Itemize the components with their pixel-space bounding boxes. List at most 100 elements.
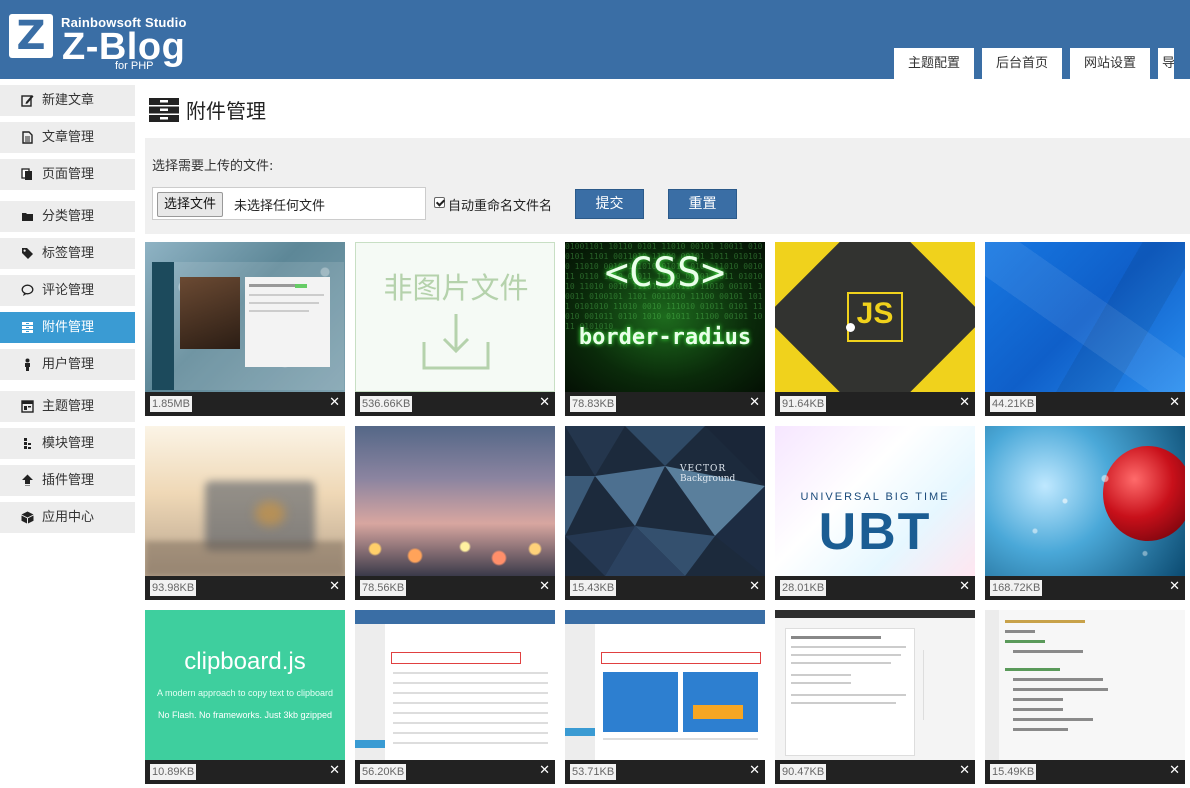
attachment-image[interactable] (775, 610, 975, 760)
delete-icon[interactable]: ✕ (959, 579, 970, 595)
file-input[interactable]: 选择文件 未选择任何文件 (152, 187, 426, 220)
sidebar-item-plugins[interactable]: 插件管理 (0, 465, 135, 496)
attachment-card[interactable]: clipboard.js A modern approach to copy t… (145, 610, 345, 784)
delete-icon[interactable]: ✕ (1169, 579, 1180, 595)
choose-file-button[interactable]: 选择文件 (157, 192, 224, 217)
non-image-label: 非图片文件 (383, 271, 529, 305)
delete-icon[interactable]: ✕ (539, 579, 550, 595)
attachment-image[interactable] (565, 610, 765, 760)
attachment-header-icon (149, 98, 179, 122)
attachment-card[interactable]: 90.47KB ✕ (775, 610, 975, 784)
user-icon (25, 358, 30, 371)
delete-icon[interactable]: ✕ (1169, 395, 1180, 411)
attachment-image[interactable]: UNIVERSAL BIG TIME UBT (775, 426, 975, 576)
delete-icon[interactable]: ✕ (329, 395, 340, 411)
top-header: Z Rainbowsoft Studio Z-Blog for PHP 主题配置… (0, 0, 1190, 79)
zblog-logo-mark[interactable]: Z (9, 14, 53, 58)
attachment-card[interactable]: 53.71KB ✕ (565, 610, 765, 784)
attachment-card[interactable]: 168.72KB ✕ (985, 426, 1185, 600)
file-size: 44.21KB (990, 396, 1037, 412)
sidebar-item-new-post[interactable]: 新建文章 (0, 85, 135, 116)
sidebar-item-themes[interactable]: 主题管理 (0, 391, 135, 422)
sidebar-item-tags[interactable]: 标签管理 (0, 238, 135, 269)
attachment-card[interactable]: 56.20KB ✕ (355, 610, 555, 784)
file-size: 1.85MB (150, 396, 192, 412)
sidebar-item-articles[interactable]: 文章管理 (0, 122, 135, 153)
tab-theme-config[interactable]: 主题配置 (894, 48, 975, 79)
attachment-card[interactable]: 15.49KB ✕ (985, 610, 1185, 784)
attachment-footer: 53.71KB ✕ (565, 760, 765, 784)
file-size: 53.71KB (570, 764, 617, 780)
sidebar-item-label: 模块管理 (42, 436, 95, 451)
tag-icon (22, 248, 33, 259)
file-size: 78.56KB (360, 580, 407, 596)
attachment-card[interactable]: UNIVERSAL BIG TIME UBT 28.01KB ✕ (775, 426, 975, 600)
attachment-footer: 168.72KB ✕ (985, 576, 1185, 600)
attachment-image[interactable] (985, 242, 1185, 392)
attachment-footer: 56.20KB ✕ (355, 760, 555, 784)
delete-icon[interactable]: ✕ (329, 579, 340, 595)
file-size: 56.20KB (360, 764, 407, 780)
reset-button[interactable]: 重置 (668, 189, 737, 219)
tab-site-settings[interactable]: 网站设置 (1070, 48, 1151, 79)
delete-icon[interactable]: ✕ (959, 763, 970, 779)
attachment-image[interactable] (985, 426, 1185, 576)
attachment-card[interactable]: VECTOR Background 15.43KB ✕ (565, 426, 765, 600)
attachment-footer: 93.98KB ✕ (145, 576, 345, 600)
sidebar-item-comments[interactable]: 评论管理 (0, 275, 135, 306)
attachment-footer: 1.85MB ✕ (145, 392, 345, 416)
attachment-image[interactable] (355, 426, 555, 576)
delete-icon[interactable]: ✕ (959, 395, 970, 411)
attachment-image[interactable] (355, 610, 555, 760)
sidebar-item-users[interactable]: 用户管理 (0, 349, 135, 380)
attachment-card[interactable]: 非图片文件 536.66KB ✕ (355, 242, 555, 416)
sidebar-item-label: 附件管理 (42, 320, 95, 335)
file-size: 78.83KB (570, 396, 617, 412)
delete-icon[interactable]: ✕ (749, 395, 760, 411)
sidebar-item-categories[interactable]: 分类管理 (0, 201, 135, 232)
tab-partial[interactable]: 导 (1158, 48, 1175, 79)
attachment-card[interactable]: 1.85MB ✕ (145, 242, 345, 416)
attachment-image[interactable]: 非图片文件 (355, 242, 555, 392)
attachment-image[interactable]: clipboard.js A modern approach to copy t… (145, 610, 345, 760)
attachment-image[interactable] (145, 426, 345, 576)
theme-icon (21, 400, 34, 413)
attachment-card[interactable]: 01001101 10110 0101 11010 00101 10011 01… (565, 242, 765, 416)
css-subheading: border-radius (578, 325, 752, 350)
attachment-card[interactable]: 44.21KB ✕ (985, 242, 1185, 416)
file-size: 90.47KB (780, 764, 827, 780)
attachment-card[interactable]: JS 91.64KB ✕ (775, 242, 975, 416)
sidebar-item-attachments[interactable]: 附件管理 (0, 312, 135, 343)
folder-icon (22, 213, 33, 221)
attachment-image[interactable] (145, 242, 345, 392)
sidebar-item-label: 评论管理 (42, 283, 95, 298)
attachment-image[interactable] (985, 610, 1185, 760)
ubt-logo-text: UBT (818, 503, 932, 561)
delete-icon[interactable]: ✕ (1169, 763, 1180, 779)
sidebar-item-label: 插件管理 (42, 473, 95, 488)
attachment-image[interactable]: VECTOR Background (565, 426, 765, 576)
sidebar-item-modules[interactable]: 模块管理 (0, 428, 135, 459)
delete-icon[interactable]: ✕ (329, 763, 340, 779)
submit-button[interactable]: 提交 (575, 189, 644, 219)
delete-icon[interactable]: ✕ (749, 579, 760, 595)
attachment-card[interactable]: 78.56KB ✕ (355, 426, 555, 600)
attachment-image[interactable]: 01001101 10110 0101 11010 00101 10011 01… (565, 242, 765, 392)
attachment-footer: 44.21KB ✕ (985, 392, 1185, 416)
attachment-image[interactable]: JS (775, 242, 975, 392)
sidebar-item-app-center[interactable]: 应用中心 (0, 502, 135, 533)
sidebar-item-label: 页面管理 (42, 167, 95, 182)
module-icon (24, 438, 31, 449)
auto-rename-checkbox[interactable] (434, 197, 445, 208)
top-nav-tabs: 主题配置 后台首页 网站设置 导 (894, 48, 1175, 79)
vector-sublabel: Background (680, 474, 736, 484)
auto-rename-label[interactable]: 自动重命名文件名 (448, 195, 552, 214)
delete-icon[interactable]: ✕ (539, 395, 550, 411)
delete-icon[interactable]: ✕ (749, 763, 760, 779)
clipboard-note: No Flash. No frameworks. Just 3kb gzippe… (157, 710, 333, 720)
sidebar-item-pages[interactable]: 页面管理 (0, 159, 135, 190)
tab-admin-home[interactable]: 后台首页 (982, 48, 1063, 79)
sidebar-item-label: 主题管理 (42, 399, 95, 414)
attachment-card[interactable]: 93.98KB ✕ (145, 426, 345, 600)
delete-icon[interactable]: ✕ (539, 763, 550, 779)
